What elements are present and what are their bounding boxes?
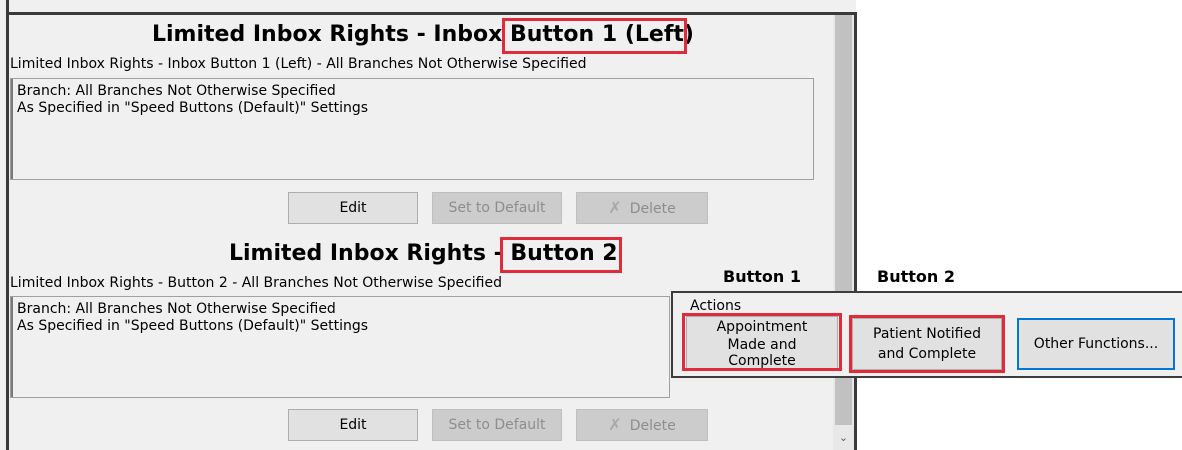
callout-button-1-label: Button 1 — [723, 267, 801, 286]
textbox-edge — [11, 79, 13, 179]
scroll-down-arrow-icon[interactable]: ⌄ — [836, 430, 851, 446]
panel-border-left — [6, 0, 9, 450]
section-1-delete-label: Delete — [629, 201, 676, 217]
callout-button-2-label: Button 2 — [877, 267, 955, 286]
section-2-line-1: Branch: All Branches Not Otherwise Speci… — [17, 301, 336, 317]
section-1-set-default-button[interactable]: Set to Default — [432, 192, 562, 224]
highlight-box-action-2 — [849, 315, 1005, 373]
delete-x-icon: ✗ — [608, 198, 622, 217]
other-functions-button[interactable]: Other Functions... — [1017, 318, 1175, 370]
section-2-set-default-button[interactable]: Set to Default — [432, 409, 562, 441]
panel-border-top — [6, 12, 856, 15]
panel-border-right — [854, 12, 857, 450]
section-1-title-prefix: Limited Inbox Rights - Inbox — [152, 22, 510, 47]
section-2-edit-button[interactable]: Edit — [288, 409, 418, 441]
highlight-box-button-1 — [502, 18, 687, 54]
section-1-subtitle: Limited Inbox Rights - Inbox Button 1 (L… — [10, 56, 587, 72]
section-2-delete-button[interactable]: ✗ Delete — [576, 409, 708, 441]
highlight-box-button-2 — [500, 237, 622, 273]
section-1-textbox[interactable]: Branch: All Branches Not Otherwise Speci… — [10, 78, 814, 180]
textbox-edge — [11, 297, 13, 397]
section-2-subtitle: Limited Inbox Rights - Button 2 - All Br… — [10, 275, 502, 291]
section-2-delete-label: Delete — [629, 418, 676, 434]
section-1-line-1: Branch: All Branches Not Otherwise Speci… — [17, 83, 336, 99]
section-2-title-prefix: Limited Inbox Rights - — [229, 241, 511, 266]
section-2-textbox[interactable]: Branch: All Branches Not Otherwise Speci… — [10, 296, 670, 398]
section-1-line-2: As Specified in "Speed Buttons (Default)… — [17, 100, 369, 116]
section-1-delete-button[interactable]: ✗ Delete — [576, 192, 708, 224]
delete-x-icon: ✗ — [608, 415, 622, 434]
section-2-line-2: As Specified in "Speed Buttons (Default)… — [17, 318, 369, 334]
section-1-edit-button[interactable]: Edit — [288, 192, 418, 224]
actions-label: Actions — [690, 298, 742, 314]
highlight-box-action-1 — [682, 313, 842, 371]
